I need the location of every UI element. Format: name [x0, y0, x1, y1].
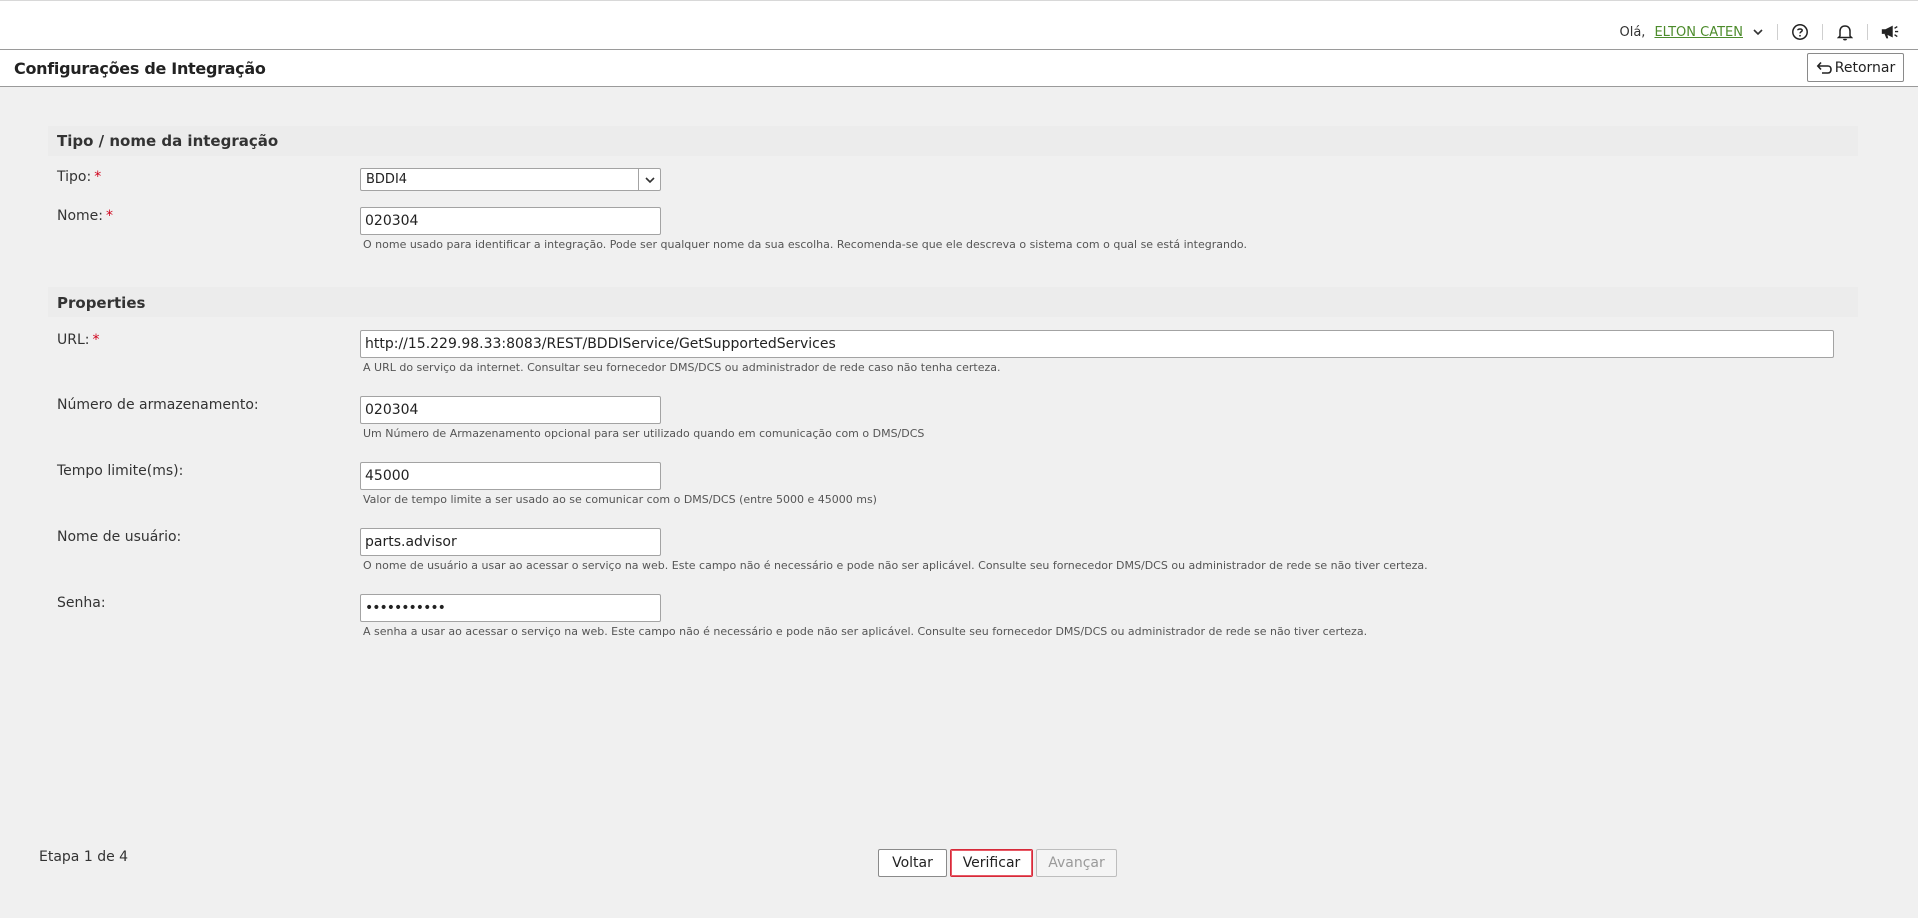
timeout-input[interactable]: [360, 462, 661, 490]
section-band: [48, 126, 1858, 156]
storage-number-label: Número de armazenamento:: [57, 397, 259, 413]
user-area: Olá, ELTON CATEN: [1620, 19, 1901, 45]
tipo-select[interactable]: BDDI4: [360, 168, 661, 191]
undo-arrow-icon: [1816, 61, 1832, 75]
return-button[interactable]: Retornar: [1807, 53, 1904, 82]
divider: [1822, 24, 1823, 40]
required-marker: *: [94, 169, 102, 185]
back-button[interactable]: Voltar: [878, 849, 947, 877]
next-button: Avançar: [1036, 849, 1117, 877]
url-label-text: URL:: [57, 332, 90, 348]
section-title-properties: Properties: [57, 294, 146, 312]
url-help-text: A URL do serviço da internet. Consultar …: [363, 361, 1001, 374]
nome-input[interactable]: [360, 207, 661, 235]
password-input[interactable]: [360, 594, 661, 622]
storage-number-input[interactable]: [360, 396, 661, 424]
section-title-integration: Tipo / nome da integração: [57, 132, 279, 150]
megaphone-icon[interactable]: [1880, 22, 1900, 42]
nome-label-text: Nome:: [57, 208, 104, 224]
tipo-select-value: BDDI4: [366, 172, 408, 187]
username-help-text: O nome de usuário a usar ao acessar o se…: [363, 559, 1428, 572]
verify-button[interactable]: Verificar: [950, 849, 1033, 877]
required-marker: *: [106, 208, 114, 224]
tipo-label-text: Tipo:: [57, 169, 92, 185]
chevron-down-icon[interactable]: [638, 169, 660, 190]
nome-label: Nome: *: [57, 208, 113, 224]
url-input[interactable]: [360, 330, 1834, 358]
section-band: [48, 287, 1858, 317]
username-label: Nome de usuário:: [57, 529, 182, 545]
nome-help-text: O nome usado para identificar a integraç…: [363, 238, 1247, 251]
user-name-link[interactable]: ELTON CATEN: [1654, 25, 1743, 40]
required-marker: *: [92, 332, 100, 348]
password-help-text: A senha a usar ao acessar o serviço na w…: [363, 625, 1368, 638]
step-indicator: Etapa 1 de 4: [39, 849, 129, 865]
top-bar: Olá, ELTON CATEN: [0, 0, 1918, 49]
timeout-label: Tempo limite(ms):: [57, 463, 184, 479]
username-input[interactable]: [360, 528, 661, 556]
url-label: URL: *: [57, 332, 100, 348]
divider: [1777, 24, 1778, 40]
timeout-help-text: Valor de tempo limite a ser usado ao se …: [363, 493, 877, 506]
storage-number-help-text: Um Número de Armazenamento opcional para…: [363, 427, 925, 440]
greeting-text: Olá,: [1619, 24, 1646, 40]
chevron-down-icon[interactable]: [1751, 25, 1765, 39]
tipo-label: Tipo: *: [57, 169, 101, 185]
return-button-label: Retornar: [1834, 59, 1896, 76]
password-label: Senha:: [57, 595, 106, 611]
page-title: Configurações de Integração: [14, 59, 266, 78]
bell-icon[interactable]: [1835, 22, 1855, 42]
divider: [1867, 24, 1868, 40]
help-circle-icon[interactable]: [1790, 22, 1810, 42]
page-header: Configurações de Integração Retornar: [0, 49, 1918, 87]
